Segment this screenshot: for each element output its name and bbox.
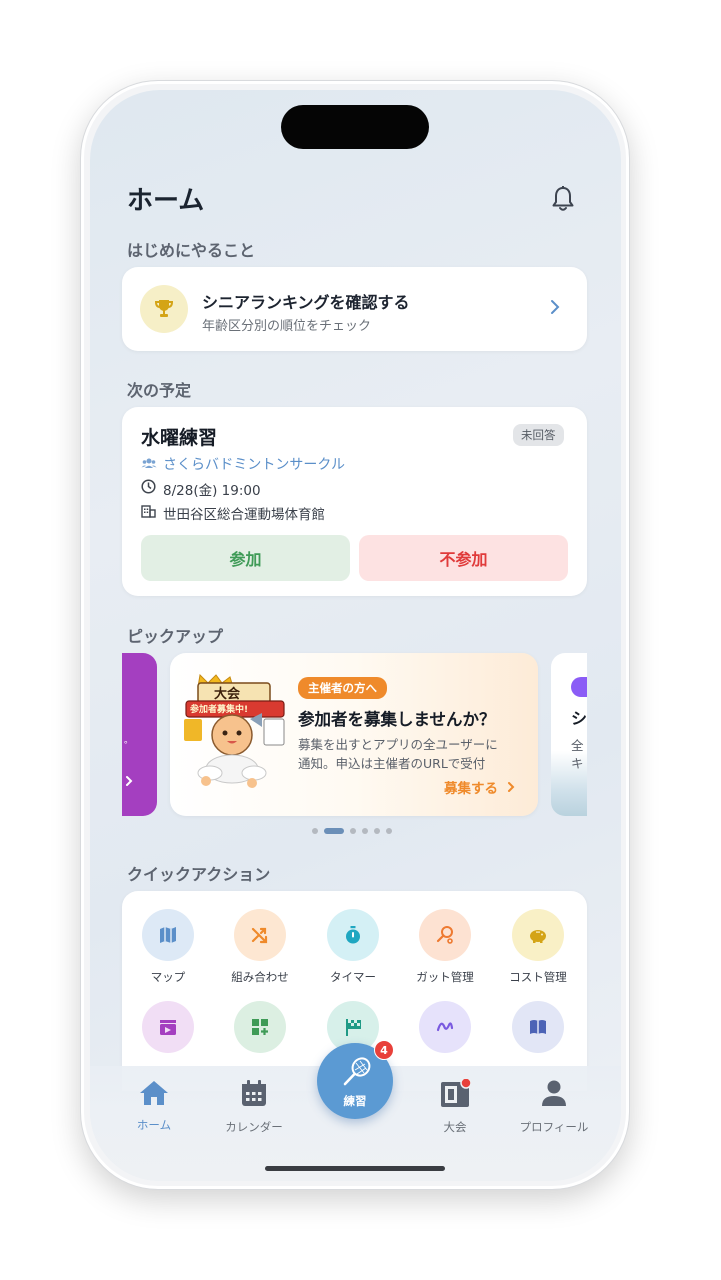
phone-frame: ホーム はじめにやること シニアランキングを確認する 年齢区分別の順位をチェック… bbox=[80, 80, 630, 1190]
tab-bar: ホーム カレンダー 練習 4 大会 プロフィール bbox=[90, 1040, 621, 1181]
tab-tournament-label: 大会 bbox=[443, 1120, 467, 1134]
practice-fab-label: 練習 bbox=[343, 1094, 367, 1108]
notification-bell-icon[interactable] bbox=[550, 185, 576, 213]
quick-action-rules[interactable] bbox=[493, 1001, 583, 1053]
chevron-right-icon bbox=[125, 772, 133, 791]
carousel-dot[interactable] bbox=[386, 828, 392, 834]
quick-action-label: ガット管理 bbox=[416, 970, 474, 984]
group-icon bbox=[141, 455, 157, 471]
ranking-card-title: シニアランキングを確認する bbox=[202, 293, 410, 312]
illustration-banner-top: 大会 bbox=[214, 687, 241, 702]
circle-link[interactable]: さくらバドミントンサークル bbox=[163, 454, 345, 474]
event-venue: 世田谷区総合運動場体育館 bbox=[163, 507, 325, 523]
video-clapper-icon bbox=[142, 1001, 194, 1053]
illustration-banner-bottom: 参加者募集中! bbox=[190, 705, 249, 715]
quick-action-label: タイマー bbox=[330, 970, 376, 984]
screen: ホーム はじめにやること シニアランキングを確認する 年齢区分別の順位をチェック… bbox=[90, 90, 621, 1181]
quick-action-pattern[interactable] bbox=[400, 1001, 490, 1053]
section-first-steps: はじめにやること bbox=[127, 241, 256, 260]
carousel-dot[interactable] bbox=[312, 828, 318, 834]
practice-badge: 4 bbox=[374, 1040, 394, 1060]
event-title: 水曜練習 bbox=[141, 427, 218, 449]
tab-profile-label: プロフィール bbox=[519, 1120, 589, 1134]
carousel-dot[interactable] bbox=[324, 828, 344, 834]
tab-calendar-label: カレンダー bbox=[225, 1120, 283, 1134]
next-event-card[interactable]: 水曜練習 未回答 さくらバドミントンサークル 8/28(金) 19:00 世田谷… bbox=[122, 407, 587, 596]
person-icon bbox=[542, 1080, 566, 1106]
quick-action-label: マップ bbox=[150, 970, 186, 984]
book-icon bbox=[512, 1001, 564, 1053]
join-button[interactable]: 参加 bbox=[141, 535, 350, 581]
racket-string-icon bbox=[419, 909, 471, 961]
recruit-cta-link[interactable]: 募集する bbox=[444, 777, 515, 797]
map-icon bbox=[142, 909, 194, 961]
section-next-event: 次の予定 bbox=[127, 381, 192, 400]
carousel-dot[interactable] bbox=[374, 828, 380, 834]
home-indicator bbox=[265, 1166, 445, 1171]
quick-action-cost[interactable]: コスト管理 bbox=[493, 909, 583, 985]
quick-action-string[interactable]: ガット管理 bbox=[400, 909, 490, 985]
recruit-card-body-line2: 通知。申込は主催者のURLで受付 bbox=[298, 756, 486, 771]
tab-home-label: ホーム bbox=[136, 1118, 172, 1132]
tab-profile[interactable]: プロフィール bbox=[509, 1079, 599, 1135]
mascot-illustration: 大会 参加者募集中! bbox=[178, 669, 288, 794]
building-icon bbox=[141, 503, 156, 522]
recruit-card-body-line1: 募集を出すとアプリの全ユーザーに bbox=[298, 737, 498, 752]
status-badge: 未回答 bbox=[513, 424, 564, 446]
dashboard-add-icon bbox=[234, 1001, 286, 1053]
home-icon bbox=[140, 1081, 168, 1105]
recruit-participants-card[interactable]: 大会 参加者募集中! 主催者の方へ 参加者を募集しませんか？ 募集を出すとアプリ… bbox=[170, 653, 538, 816]
section-pickup: ピックアップ bbox=[127, 627, 224, 646]
quick-action-pairing[interactable]: 組み合わせ bbox=[215, 909, 305, 985]
piggy-bank-icon bbox=[512, 909, 564, 961]
quick-action-label: 組み合わせ bbox=[231, 970, 289, 984]
calendar-icon bbox=[242, 1080, 266, 1106]
chevron-right-icon bbox=[507, 782, 515, 792]
carousel-pagination[interactable] bbox=[309, 827, 395, 835]
quick-action-map[interactable]: マップ bbox=[123, 909, 213, 985]
event-datetime: 8/28(金) 19:00 bbox=[163, 483, 261, 499]
carousel-dot[interactable] bbox=[350, 828, 356, 834]
senior-ranking-card[interactable]: シニアランキングを確認する 年齢区分別の順位をチェック bbox=[122, 267, 587, 351]
practice-fab[interactable]: 練習 4 bbox=[317, 1040, 394, 1119]
page-title: ホーム bbox=[127, 186, 205, 216]
quick-action-label: コスト管理 bbox=[509, 970, 567, 984]
quick-action-timer[interactable]: タイマー bbox=[308, 909, 398, 985]
organizer-tag: 主催者の方へ bbox=[298, 677, 387, 699]
tab-tournament[interactable]: 大会 bbox=[410, 1077, 500, 1135]
tab-calendar[interactable]: カレンダー bbox=[209, 1079, 299, 1135]
recruit-cta-label: 募集する bbox=[444, 781, 498, 797]
tournament-board-icon bbox=[441, 1077, 472, 1107]
clock-icon bbox=[141, 479, 156, 498]
decline-button[interactable]: 不参加 bbox=[359, 535, 568, 581]
quick-action-dashboard[interactable] bbox=[215, 1001, 305, 1053]
ranking-card-subtitle: 年齢区分別の順位をチェック bbox=[202, 319, 372, 334]
section-quick-actions: クイックアクション bbox=[127, 865, 271, 884]
dynamic-island bbox=[281, 105, 429, 149]
quick-action-video[interactable] bbox=[123, 1001, 213, 1053]
badminton-racket-icon bbox=[343, 1057, 371, 1086]
carousel-dot[interactable] bbox=[362, 828, 368, 834]
shuffle-icon bbox=[234, 909, 286, 961]
tab-home[interactable]: ホーム bbox=[109, 1079, 199, 1133]
recruit-card-title: 参加者を募集しませんか？ bbox=[298, 710, 496, 729]
trophy-icon bbox=[140, 285, 188, 333]
pattern-icon bbox=[419, 1001, 471, 1053]
carousel-next-card[interactable]: シ 全 キ bbox=[551, 653, 587, 816]
carousel-prev-card[interactable]: 。 bbox=[122, 653, 157, 816]
chevron-right-icon bbox=[550, 299, 560, 319]
timer-icon bbox=[327, 909, 379, 961]
